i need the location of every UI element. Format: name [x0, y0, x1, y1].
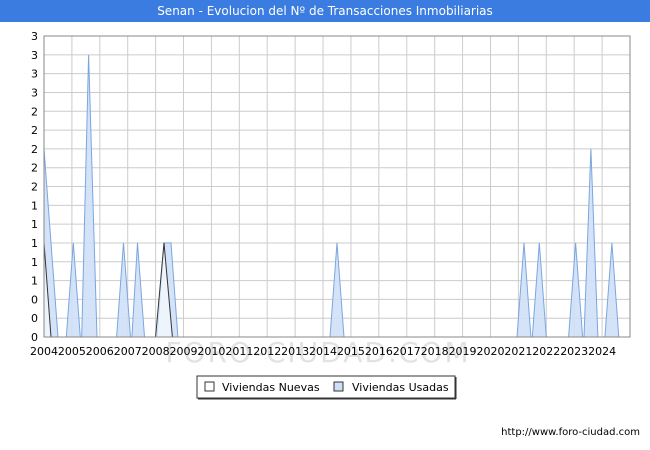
x-tick-label: 2017 — [393, 345, 421, 358]
legend-swatch-nuevas — [204, 381, 215, 392]
y-tick-label: 2 — [31, 105, 38, 118]
x-tick-label: 2010 — [197, 345, 225, 358]
legend: Viviendas Nuevas Viviendas Usadas — [196, 375, 457, 400]
x-tick-label: 2007 — [114, 345, 142, 358]
x-tick-label: 2008 — [142, 345, 170, 358]
x-tick-label: 2012 — [253, 345, 281, 358]
y-tick-label: 3 — [31, 49, 38, 62]
y-tick-label: 1 — [31, 237, 38, 250]
x-tick-label: 2006 — [86, 345, 114, 358]
x-tick-label: 2018 — [421, 345, 449, 358]
legend-swatch-usadas — [333, 381, 344, 392]
x-tick-label: 2014 — [309, 345, 337, 358]
x-tick-label: 2004 — [30, 345, 58, 358]
x-tick-label: 2009 — [170, 345, 198, 358]
x-tick-label: 2020 — [476, 345, 504, 358]
x-tick-label: 2016 — [365, 345, 393, 358]
y-tick-label: 1 — [31, 218, 38, 231]
y-tick-label: 3 — [31, 30, 38, 43]
x-tick-label: 2023 — [560, 345, 588, 358]
x-tick-label: 2022 — [532, 345, 560, 358]
y-tick-label: 1 — [31, 199, 38, 212]
x-tick-label: 2005 — [58, 345, 86, 358]
y-tick-label: 2 — [31, 124, 38, 137]
y-tick-labels: 0 0 0 1 1 1 1 1 2 2 2 2 2 3 3 3 3 — [31, 30, 38, 344]
chart-canvas: FORO-CIUDAD.COM 00011111222223333 2004 20… — [30, 30, 631, 400]
legend-label-usadas: Viviendas Usadas — [352, 381, 449, 394]
y-tick-label: 0 — [31, 293, 38, 306]
x-tick-label: 2011 — [225, 345, 253, 358]
legend-label-nuevas: Viviendas Nuevas — [222, 381, 320, 394]
footer-url[interactable]: http://www.foro-ciudad.com — [501, 427, 640, 438]
x-tick-label: 2013 — [281, 345, 309, 358]
x-tick-label: 2019 — [449, 345, 477, 358]
x-tick-label: 2015 — [337, 345, 365, 358]
x-tick-label: 2021 — [504, 345, 532, 358]
y-tick-label: 2 — [31, 143, 38, 156]
x-tick-labels: 2004 2005 2006 2007 2008 2009 2010 2011 2012 2013… — [30, 345, 616, 358]
y-tick-label: 3 — [31, 86, 38, 99]
y-tick-label: 3 — [31, 68, 38, 81]
y-tick-label: 1 — [31, 275, 38, 288]
x-tick-label: 2024 — [588, 345, 616, 358]
y-tick-label: 2 — [31, 181, 38, 194]
y-tick-label: 1 — [31, 256, 38, 269]
y-tick-label: 0 — [31, 312, 38, 325]
y-tick-label: 2 — [31, 162, 38, 175]
y-tick-label: 0 — [31, 331, 38, 344]
